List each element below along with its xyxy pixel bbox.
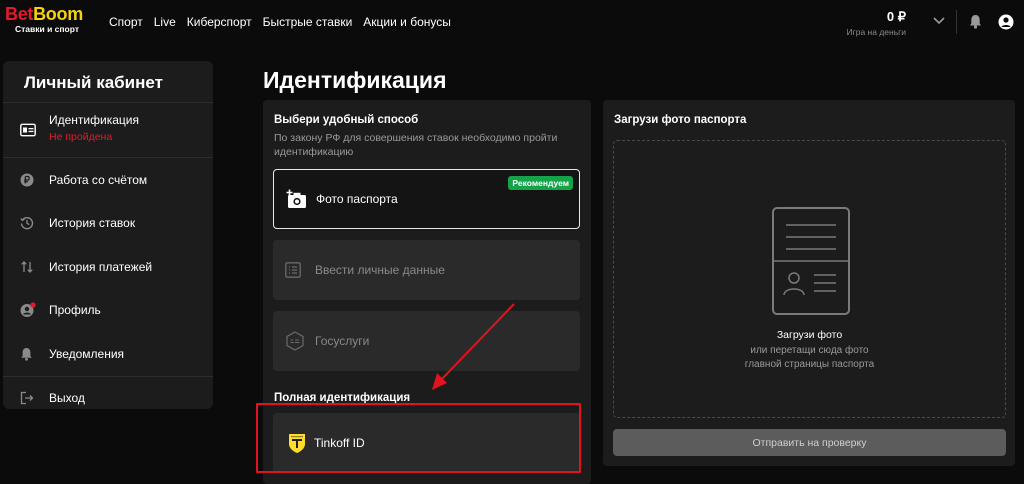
sidebar-item-label: Идентификация	[49, 113, 139, 127]
method-passport-photo[interactable]: Фото паспорта Рекомендуем	[273, 169, 580, 229]
method-label: Ввести личные данные	[315, 263, 445, 277]
sidebar-item-label: Работа со счётом	[49, 172, 148, 187]
nav-live[interactable]: Live	[154, 15, 176, 29]
ruble-icon	[20, 173, 34, 187]
id-card-icon	[20, 123, 36, 137]
sidebar-item-label: История платежей	[49, 259, 153, 274]
method-gosuslugi[interactable]: Госуслуги	[273, 311, 580, 371]
sidebar-item-label: История ставок	[49, 216, 136, 231]
method-personal-data[interactable]: Ввести личные данные	[273, 240, 580, 300]
nav-fast-bets[interactable]: Быстрые ставки	[263, 15, 353, 29]
sidebar-item-identification[interactable]: Идентификация Не пройдена	[3, 103, 213, 158]
highlight-box	[256, 403, 581, 473]
logo-bet: Bet	[5, 4, 34, 24]
main-nav: Спорт Live Киберспорт Быстрые ставки Акц…	[109, 15, 451, 29]
logout-icon	[20, 391, 34, 404]
sidebar-item-notifications[interactable]: Уведомления	[3, 332, 213, 376]
method-label: Госуслуги	[315, 334, 370, 348]
gosuslugi-icon	[286, 331, 304, 351]
nav-esports[interactable]: Киберспорт	[187, 15, 252, 29]
upload-heading: Загрузи фото паспорта	[614, 114, 747, 126]
transfer-icon	[21, 260, 33, 273]
sidebar-item-label: Уведомления	[49, 346, 125, 361]
sidebar-item-profile[interactable]: Профиль	[3, 289, 213, 333]
bell-icon[interactable]	[969, 14, 982, 29]
header: BetBoom Ставки и спорт Спорт Live Киберс…	[0, 0, 1024, 44]
balance-amount: 0 ₽	[886, 9, 906, 24]
dropzone-title: Загрузи фото	[776, 329, 843, 341]
profile-icon	[20, 302, 36, 318]
recommended-badge: Рекомендуем	[508, 176, 573, 190]
form-icon	[285, 262, 301, 278]
logo-boom: Boom	[33, 4, 83, 24]
sidebar-item-logout[interactable]: Выход	[3, 375, 213, 410]
method-heading: Выбери удобный способ	[274, 114, 419, 126]
passport-icon	[772, 207, 850, 315]
sidebar-item-account[interactable]: Работа со счётом	[3, 158, 213, 202]
sidebar-item-label: Профиль	[49, 303, 101, 318]
logo-tagline: Ставки и спорт	[15, 24, 79, 34]
method-subtitle: По закону РФ для совершения ставок необх…	[274, 132, 558, 158]
camera-add-icon	[286, 189, 306, 208]
page-title: Идентификация	[263, 67, 447, 93]
dropzone-hint: или перетащи сюда фото главной страницы …	[744, 345, 875, 370]
bell-icon	[21, 347, 32, 361]
passport-dropzone[interactable]: Загрузи фото или перетащи сюда фото глав…	[613, 140, 1006, 418]
history-icon	[20, 217, 34, 230]
balance-label: Игра на деньги	[846, 27, 906, 37]
submit-button[interactable]: Отправить на проверку	[613, 429, 1006, 456]
nav-promotions[interactable]: Акции и бонусы	[363, 15, 451, 29]
nav-sport[interactable]: Спорт	[109, 15, 143, 29]
sidebar-item-payment-history[interactable]: История платежей	[3, 245, 213, 289]
chevron-down-icon[interactable]	[933, 16, 945, 26]
sidebar-title: Личный кабинет	[3, 61, 213, 103]
header-divider	[956, 10, 957, 34]
sidebar-item-bet-history[interactable]: История ставок	[3, 202, 213, 246]
logo[interactable]: BetBoom Ставки и спорт	[5, 4, 83, 34]
balance[interactable]: 0 ₽ Игра на деньги	[847, 9, 906, 37]
sidebar-item-label: Выход	[49, 390, 85, 405]
sidebar: Личный кабинет Идентификация Не пройдена…	[3, 61, 213, 409]
user-icon[interactable]	[998, 14, 1014, 30]
method-label: Фото паспорта	[316, 192, 398, 206]
status-badge: Не пройдена	[49, 131, 113, 143]
upload-panel: Загрузи фото паспорта Загрузи фото или п…	[603, 100, 1015, 466]
